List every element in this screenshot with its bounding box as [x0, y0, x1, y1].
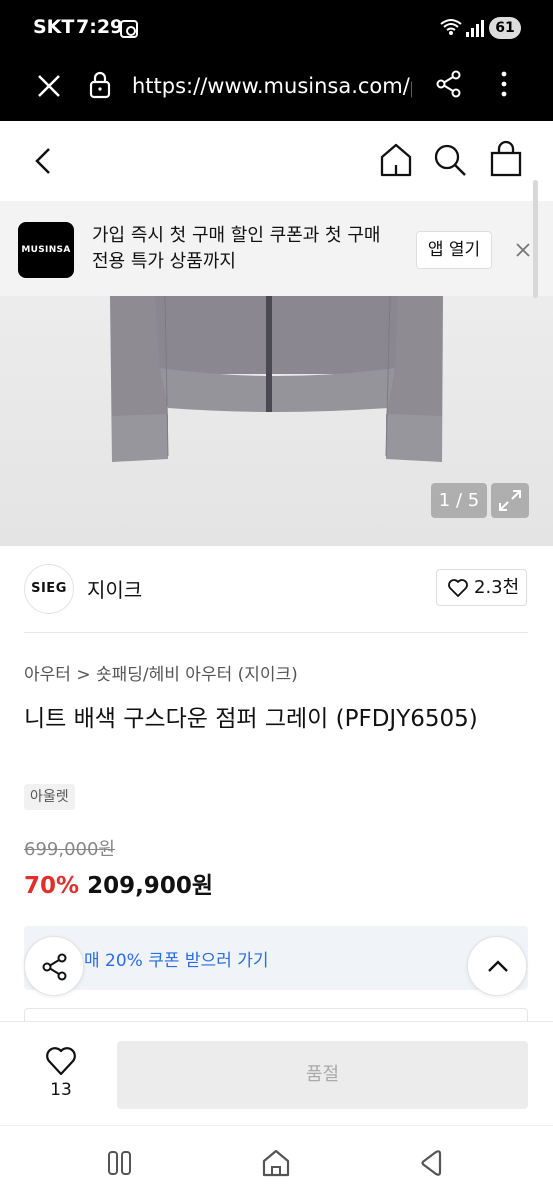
wifi-icon	[440, 17, 462, 42]
purchase-action-bar: 13 품절	[0, 1021, 553, 1125]
image-counter: 1 / 5	[431, 483, 487, 518]
brand-row: SIEG 지이크 2.3천	[0, 546, 553, 632]
product-title: 니트 배색 구스다운 점퍼 그레이 (PFDJY6505)	[24, 706, 478, 732]
share-icon	[42, 953, 67, 981]
discount-rate: 70%	[24, 873, 80, 899]
page-scrollbar[interactable]	[533, 180, 538, 298]
share-icon[interactable]	[434, 69, 464, 99]
system-nav-bar	[0, 1125, 553, 1200]
carrier-label: SKT	[33, 16, 75, 38]
battery-indicator: 61	[489, 17, 521, 39]
brand-like-button[interactable]: 2.3천	[436, 569, 527, 606]
expand-icon[interactable]	[491, 483, 529, 518]
home-icon[interactable]	[378, 141, 414, 179]
signal-icon	[466, 19, 484, 37]
divider	[24, 632, 528, 633]
coupon-banner[interactable]: 매 20% 쿠폰 받으러 가기	[24, 926, 528, 990]
status-bar: SKT 7:29 61	[0, 0, 553, 57]
heart-icon	[448, 579, 468, 597]
product-image-carousel[interactable]: 1 / 5	[0, 296, 553, 546]
outlet-tag: 아울렛	[24, 784, 75, 810]
browser-toolbar: https://www.musinsa.com/p	[0, 57, 553, 121]
recent-apps-icon[interactable]	[106, 1150, 134, 1176]
clock: 7:29	[76, 16, 124, 38]
brand-name[interactable]: 지이크	[87, 574, 142, 603]
coupon-text: 매 20% 쿠폰 받으러 가기	[84, 951, 269, 971]
close-icon[interactable]	[34, 71, 64, 101]
heart-icon[interactable]	[44, 1044, 78, 1078]
banner-message: 가입 즉시 첫 구매 할인 쿠폰과 첫 구매 전용 특가 상품까지	[92, 225, 381, 272]
brand-logo[interactable]: SIEG	[24, 564, 74, 614]
original-price: 699,000원	[24, 839, 115, 860]
system-home-icon[interactable]	[260, 1148, 292, 1178]
sale-price: 209,900원	[87, 873, 213, 899]
brand-like-count: 2.3천	[474, 577, 520, 598]
scroll-top-button[interactable]	[467, 936, 527, 996]
share-button[interactable]	[24, 936, 84, 996]
url-bar[interactable]: https://www.musinsa.com/p	[132, 71, 412, 101]
close-banner-icon[interactable]	[512, 239, 534, 261]
search-icon[interactable]	[432, 141, 468, 179]
site-header	[0, 121, 553, 201]
musinsa-logo: MUSINSA	[18, 222, 74, 278]
back-arrow-icon[interactable]	[28, 143, 58, 179]
open-app-button[interactable]: 앱 열기	[416, 231, 492, 269]
price-row: 70% 209,900원	[24, 866, 213, 900]
screen-record-icon	[120, 20, 138, 38]
breadcrumb[interactable]: 아우터 > 숏패딩/헤비 아우터 (지이크)	[24, 660, 298, 685]
like-count: 13	[50, 1080, 72, 1100]
more-options-icon[interactable]	[494, 69, 514, 99]
app-install-banner: MUSINSA 가입 즉시 첫 구매 할인 쿠폰과 첫 구매 전용 특가 상품까…	[0, 201, 553, 296]
shopping-bag-icon[interactable]	[488, 139, 524, 179]
chevron-up-icon	[488, 960, 508, 972]
soldout-button: 품절	[117, 1041, 528, 1109]
lock-icon[interactable]	[89, 70, 111, 100]
system-back-icon[interactable]	[416, 1148, 444, 1178]
